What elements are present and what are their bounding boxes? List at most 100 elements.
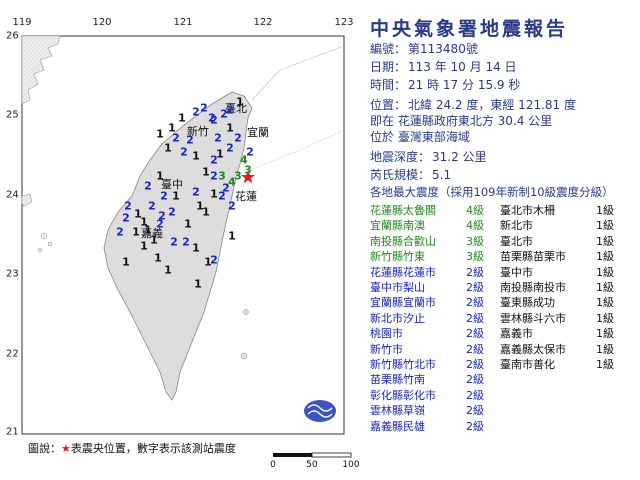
station-intensity: 1 (178, 111, 186, 125)
lon-label: 119 (12, 17, 32, 28)
station-intensity: 2 (182, 235, 190, 249)
legend-text: 表震央位置，數字表示該測站震度 (70, 442, 236, 455)
station-intensity: 3 (244, 163, 252, 177)
station-intensity: 2 (122, 211, 130, 225)
report-depth-line: 地震深度： 31.2 公里 (370, 148, 487, 165)
intensity-level: 2級 (466, 296, 484, 310)
intensity-station-name: 苗栗縣竹南 (370, 373, 425, 387)
lon-label: 121 (173, 17, 193, 28)
station-intensity: 1 (156, 169, 164, 183)
intensity-level: 2級 (466, 358, 484, 371)
station-intensity: 2 (160, 189, 168, 203)
intensity-level: 1級 (596, 250, 614, 264)
intensity-station-name: 桃園市 (370, 327, 403, 341)
number-label: 編號： (370, 42, 407, 56)
intensity-station-name: 宜蘭縣南澳 (370, 219, 425, 233)
intensity-level: 2級 (466, 373, 484, 387)
lon-label: 122 (253, 17, 273, 28)
lat-label: 23 (6, 268, 19, 280)
intensity-level: 1級 (596, 342, 614, 356)
intensity-level: 2級 (466, 419, 484, 433)
intensity-level: 2級 (466, 404, 484, 418)
report-position-line3: 位於 臺灣東部海域 (370, 130, 470, 144)
penghu-island (40, 232, 48, 240)
intensity-station-name: 南投縣合歡山 (370, 234, 436, 248)
intensity-level: 4級 (466, 204, 484, 217)
intensity-level: 3級 (466, 250, 484, 264)
station-intensity: 1 (140, 239, 148, 253)
station-intensity: 1 (184, 217, 192, 231)
intensity-station-name: 臺北市 (500, 234, 533, 248)
station-intensity: 1 (150, 233, 158, 247)
orchid-island (240, 352, 248, 360)
intensity-station-name: 新竹縣竹北市 (370, 358, 436, 371)
intensity-station-name: 新北市 (500, 219, 533, 233)
intensity-level: 2級 (466, 388, 484, 402)
station-intensity: 2 (156, 217, 164, 231)
position-value: 北緯 24.2 度，東經 121.81 度 (408, 98, 576, 112)
station-intensity: 2 (226, 103, 234, 117)
station-intensity: 1 (154, 251, 162, 265)
intensity-station-name: 新北市汐止 (370, 311, 425, 325)
intensity-station-name: 新竹市 (370, 342, 403, 356)
penghu-islet (37, 247, 43, 253)
station-intensity: 3 (234, 169, 242, 183)
intensity-level: 1級 (596, 327, 614, 341)
intensity-level: 2級 (466, 281, 484, 294)
station-intensity: 2 (226, 141, 234, 155)
green-island (243, 309, 249, 315)
station-intensity: 2 (172, 131, 180, 145)
intensity-level: 1級 (596, 311, 614, 325)
station-intensity: 2 (144, 179, 152, 193)
depth-value: 31.2 公里 (432, 150, 487, 164)
station-intensity: 1 (236, 95, 244, 109)
time-label: 時間： (370, 78, 407, 92)
station-intensity: 1 (192, 241, 200, 255)
intensity-station-name: 花蓮縣太魯閣 (370, 204, 436, 217)
lat-label: 26 (6, 30, 19, 42)
station-intensity: 2 (200, 101, 208, 115)
intensity-level: 1級 (596, 204, 614, 217)
legend-prefix: 圖說： (28, 442, 61, 455)
station-intensity: 2 (168, 205, 176, 219)
station-intensity: 2 (180, 145, 188, 159)
intensity-level: 1級 (596, 358, 614, 371)
station-intensity: 1 (172, 189, 180, 203)
intensity-station-name: 苗栗縣苗栗市 (500, 250, 566, 264)
station-intensity: 2 (116, 225, 124, 239)
station-intensity: 1 (202, 205, 210, 219)
station-intensity: 2 (192, 105, 200, 119)
intensity-station-name: 臺北市木柵 (500, 204, 555, 217)
report-magnitude-line: 芮氏規模： 5.1 (370, 166, 451, 183)
intensity-level: 4級 (466, 219, 484, 233)
station-intensity: 2 (228, 199, 236, 213)
report-position-line2: 即在 花蓮縣政府東北方 30.4 公里 (370, 114, 553, 128)
station-intensity: 1 (202, 165, 210, 179)
intensity-level: 2級 (466, 327, 484, 341)
intensity-level: 1級 (596, 219, 614, 233)
report-title: 中央氣象署地震報告 (370, 18, 569, 40)
station-intensity: 2 (148, 199, 156, 213)
intensity-station-name: 嘉義縣民雄 (370, 419, 425, 433)
station-intensity: 1 (156, 127, 164, 141)
scale-tick-label: 0 (270, 460, 276, 470)
time-value: 21 時 17 分 15.9 秒 (408, 78, 521, 92)
intensity-station-name: 彰化縣彰化市 (370, 388, 436, 402)
station-intensity: 1 (204, 255, 212, 269)
intensity-level: 1級 (596, 281, 614, 294)
lon-label: 120 (92, 17, 112, 28)
intensity-station-name: 雲林縣草嶺 (370, 404, 425, 418)
intensity-level: 3級 (466, 234, 484, 248)
scale-tick-label: 50 (306, 460, 318, 470)
map-legend: 圖說：★表震央位置，數字表示該測站震度 (28, 440, 236, 456)
station-intensity: 1 (228, 229, 236, 243)
intensity-level: 2級 (466, 311, 484, 325)
station-intensity: 2 (214, 131, 222, 145)
intensity-level: 1級 (596, 296, 614, 310)
intensity-station-name: 新竹縣竹東 (370, 250, 425, 264)
intensity-level: 1級 (596, 234, 614, 248)
scale-tick-label: 100 (342, 460, 360, 470)
intensity-station-name: 臺東縣成功 (500, 296, 555, 310)
lat-label: 24 (6, 189, 19, 201)
lat-label: 22 (6, 348, 19, 360)
